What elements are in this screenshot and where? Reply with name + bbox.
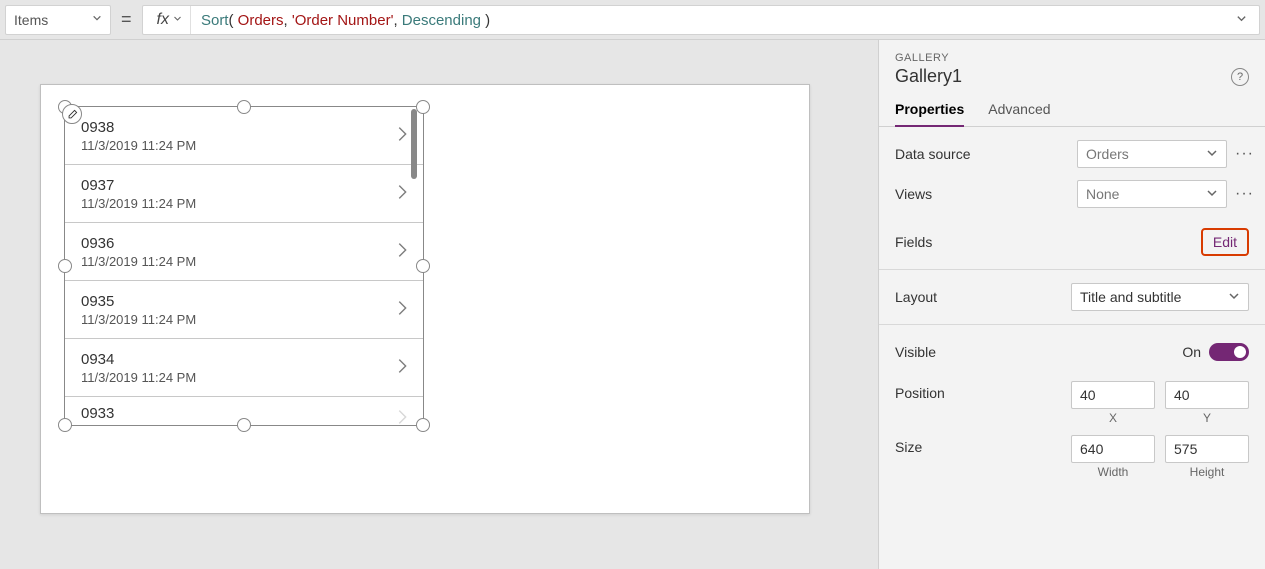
visible-label: Visible xyxy=(895,344,936,360)
control-kind-label: GALLERY xyxy=(895,52,1249,64)
item-title: 0934 xyxy=(81,351,196,368)
canvas-area[interactable]: 0938 11/3/2019 11:24 PM 0937 11/3/2019 1… xyxy=(0,40,878,569)
scrollbar-thumb[interactable] xyxy=(411,109,417,179)
property-dropdown[interactable]: Items xyxy=(5,5,111,35)
chevron-right-icon[interactable] xyxy=(391,181,413,206)
item-subtitle: 11/3/2019 11:24 PM xyxy=(81,196,196,211)
size-width-sublabel: Width xyxy=(1098,465,1129,479)
layout-label: Layout xyxy=(895,289,937,305)
item-title: 0933 xyxy=(81,405,114,422)
list-item[interactable]: 0937 11/3/2019 11:24 PM xyxy=(65,165,423,223)
gallery-control[interactable]: 0938 11/3/2019 11:24 PM 0937 11/3/2019 1… xyxy=(64,106,424,426)
chevron-down-icon xyxy=(92,13,102,26)
list-item[interactable]: 0934 11/3/2019 11:24 PM xyxy=(65,339,423,397)
chevron-down-icon xyxy=(1206,146,1218,162)
selection-handle[interactable] xyxy=(416,418,430,432)
equals-sign: = xyxy=(117,9,136,30)
item-title: 0936 xyxy=(81,235,196,252)
list-item[interactable]: 0935 11/3/2019 11:24 PM xyxy=(65,281,423,339)
selection-handle[interactable] xyxy=(237,100,251,114)
position-x-input[interactable] xyxy=(1071,381,1155,409)
fx-label[interactable]: fx xyxy=(143,6,191,34)
list-item[interactable]: 0936 11/3/2019 11:24 PM xyxy=(65,223,423,281)
edit-fields-button[interactable]: Edit xyxy=(1201,228,1249,256)
visible-toggle[interactable] xyxy=(1209,343,1249,361)
fields-label: Fields xyxy=(895,234,932,250)
help-icon[interactable]: ? xyxy=(1231,68,1249,86)
position-label: Position xyxy=(895,381,945,401)
app-canvas[interactable]: 0938 11/3/2019 11:24 PM 0937 11/3/2019 1… xyxy=(40,84,810,514)
selection-handle[interactable] xyxy=(237,418,251,432)
tab-advanced[interactable]: Advanced xyxy=(988,101,1050,126)
formula-bar: Items = fx Sort( Orders, 'Order Number',… xyxy=(0,0,1265,40)
more-icon[interactable]: ··· xyxy=(1235,185,1249,203)
chevron-down-icon xyxy=(1228,289,1240,305)
views-dropdown[interactable]: None xyxy=(1077,180,1227,208)
tab-properties[interactable]: Properties xyxy=(895,101,964,127)
item-title: 0935 xyxy=(81,293,196,310)
selection-handle[interactable] xyxy=(58,259,72,273)
item-subtitle: 11/3/2019 11:24 PM xyxy=(81,370,196,385)
position-y-input[interactable] xyxy=(1165,381,1249,409)
item-subtitle: 11/3/2019 11:24 PM xyxy=(81,254,196,269)
item-subtitle: 11/3/2019 11:24 PM xyxy=(81,312,196,327)
properties-panel: GALLERY Gallery1 ? Properties Advanced D… xyxy=(878,40,1265,569)
data-source-dropdown[interactable]: Orders xyxy=(1077,140,1227,168)
edit-template-icon[interactable] xyxy=(62,104,82,124)
chevron-right-icon[interactable] xyxy=(391,123,413,148)
layout-dropdown[interactable]: Title and subtitle xyxy=(1071,283,1249,311)
control-name[interactable]: Gallery1 xyxy=(895,66,962,87)
property-dropdown-value: Items xyxy=(14,12,48,28)
panel-tabs: Properties Advanced xyxy=(879,101,1265,127)
chevron-down-icon xyxy=(173,14,182,26)
data-source-label: Data source xyxy=(895,146,970,162)
chevron-right-icon[interactable] xyxy=(391,239,413,264)
item-subtitle: 11/3/2019 11:24 PM xyxy=(81,138,196,153)
more-icon[interactable]: ··· xyxy=(1235,145,1249,163)
views-label: Views xyxy=(895,186,932,202)
chevron-right-icon[interactable] xyxy=(391,355,413,380)
list-item[interactable]: 0938 11/3/2019 11:24 PM xyxy=(65,107,423,165)
visible-state: On xyxy=(1182,344,1201,360)
size-label: Size xyxy=(895,435,922,455)
chevron-down-icon xyxy=(1206,186,1218,202)
formula-text[interactable]: Sort( Orders, 'Order Number', Descending… xyxy=(191,11,1224,29)
selection-handle[interactable] xyxy=(416,100,430,114)
selection-handle[interactable] xyxy=(416,259,430,273)
expand-formula-icon[interactable] xyxy=(1224,13,1259,27)
selection-handle[interactable] xyxy=(58,418,72,432)
gallery-list[interactable]: 0938 11/3/2019 11:24 PM 0937 11/3/2019 1… xyxy=(65,107,423,425)
chevron-right-icon[interactable] xyxy=(391,406,413,425)
item-title: 0937 xyxy=(81,177,196,194)
size-width-input[interactable] xyxy=(1071,435,1155,463)
position-x-sublabel: X xyxy=(1109,411,1117,425)
position-y-sublabel: Y xyxy=(1203,411,1211,425)
item-title: 0938 xyxy=(81,119,196,136)
size-height-sublabel: Height xyxy=(1190,465,1225,479)
chevron-right-icon[interactable] xyxy=(391,297,413,322)
size-height-input[interactable] xyxy=(1165,435,1249,463)
formula-input[interactable]: fx Sort( Orders, 'Order Number', Descend… xyxy=(142,5,1260,35)
